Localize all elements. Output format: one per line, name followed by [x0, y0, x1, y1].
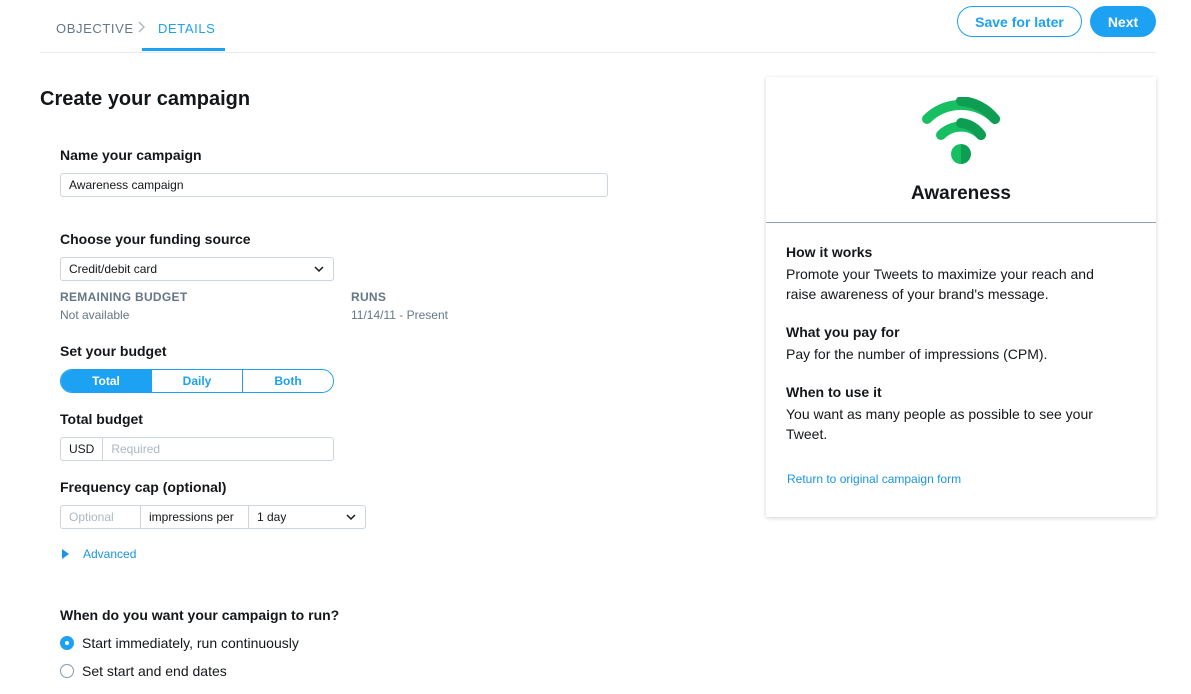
advanced-label: Advanced — [83, 547, 137, 561]
card-header: Awareness — [766, 77, 1156, 223]
frequency-cap-field: Optional impressions per 1 day — [60, 505, 366, 529]
radio-selected[interactable] — [60, 636, 74, 650]
step-objective[interactable]: OBJECTIVE — [56, 21, 134, 36]
budget-option-total[interactable]: Total — [61, 370, 152, 392]
campaign-name-value: Awareness campaign — [69, 178, 184, 192]
chevron-down-icon — [345, 511, 357, 523]
frequency-period-select[interactable]: 1 day — [249, 506, 365, 528]
schedule-option-dates[interactable]: Set start and end dates — [60, 663, 227, 679]
objective-title: Awareness — [911, 183, 1011, 204]
runs-heading: RUNS — [351, 290, 387, 304]
impressions-per-label: impressions per — [141, 506, 249, 528]
step-details[interactable]: DETAILS — [158, 21, 215, 36]
frequency-cap-label: Frequency cap (optional) — [60, 479, 227, 495]
total-budget-label: Total budget — [60, 411, 143, 427]
budget-option-both[interactable]: Both — [243, 370, 333, 392]
how-it-works-text: Promote your Tweets to maximize your rea… — [786, 266, 1094, 302]
when-to-use-text: You want as many people as possible to s… — [786, 406, 1093, 442]
funding-source-value: Credit/debit card — [69, 262, 158, 276]
currency-label: USD — [61, 438, 104, 460]
wifi-signal-icon — [921, 96, 1001, 172]
budget-type-toggle: Total Daily Both — [60, 369, 334, 393]
what-you-pay-text: Pay for the number of impressions (CPM). — [786, 346, 1048, 362]
active-step-indicator — [142, 48, 225, 51]
schedule-option-label: Start immediately, run continuously — [82, 635, 299, 651]
how-it-works-heading: How it works — [786, 244, 873, 260]
frequency-cap-input[interactable]: Optional — [61, 506, 141, 528]
schedule-option-continuous[interactable]: Start immediately, run continuously — [60, 635, 299, 651]
budget-option-daily[interactable]: Daily — [152, 370, 243, 392]
runs-value: 11/14/11 - Present — [351, 308, 448, 322]
remaining-budget-heading: REMAINING BUDGET — [60, 290, 188, 304]
total-budget-input[interactable]: Required — [103, 438, 333, 460]
when-to-use-heading: When to use it — [786, 384, 882, 400]
budget-label: Set your budget — [60, 343, 167, 359]
remaining-budget-value: Not available — [60, 308, 130, 322]
frequency-period-value: 1 day — [257, 510, 287, 524]
funding-source-select[interactable]: Credit/debit card — [60, 257, 334, 281]
return-to-form-link[interactable]: Return to original campaign form — [787, 472, 961, 486]
objective-card: Awareness How it works Promote your Twee… — [766, 77, 1156, 517]
campaign-name-input[interactable]: Awareness campaign — [60, 173, 608, 197]
page-title: Create your campaign — [40, 88, 251, 110]
funding-source-label: Choose your funding source — [60, 231, 251, 247]
advanced-toggle[interactable]: Advanced — [62, 547, 136, 561]
radio-unselected[interactable] — [60, 664, 74, 678]
campaign-name-label: Name your campaign — [60, 147, 202, 163]
top-nav: OBJECTIVE DETAILS Save for later Next — [40, 0, 1156, 53]
what-you-pay-heading: What you pay for — [786, 324, 900, 340]
chevron-right-icon — [138, 21, 146, 36]
next-button[interactable]: Next — [1090, 6, 1156, 37]
schedule-question: When do you want your campaign to run? — [60, 607, 340, 623]
chevron-down-icon — [313, 263, 325, 275]
schedule-option-label: Set start and end dates — [82, 663, 227, 679]
save-for-later-button[interactable]: Save for later — [957, 6, 1082, 37]
caret-right-icon — [62, 549, 69, 559]
total-budget-field: USD Required — [60, 437, 334, 461]
